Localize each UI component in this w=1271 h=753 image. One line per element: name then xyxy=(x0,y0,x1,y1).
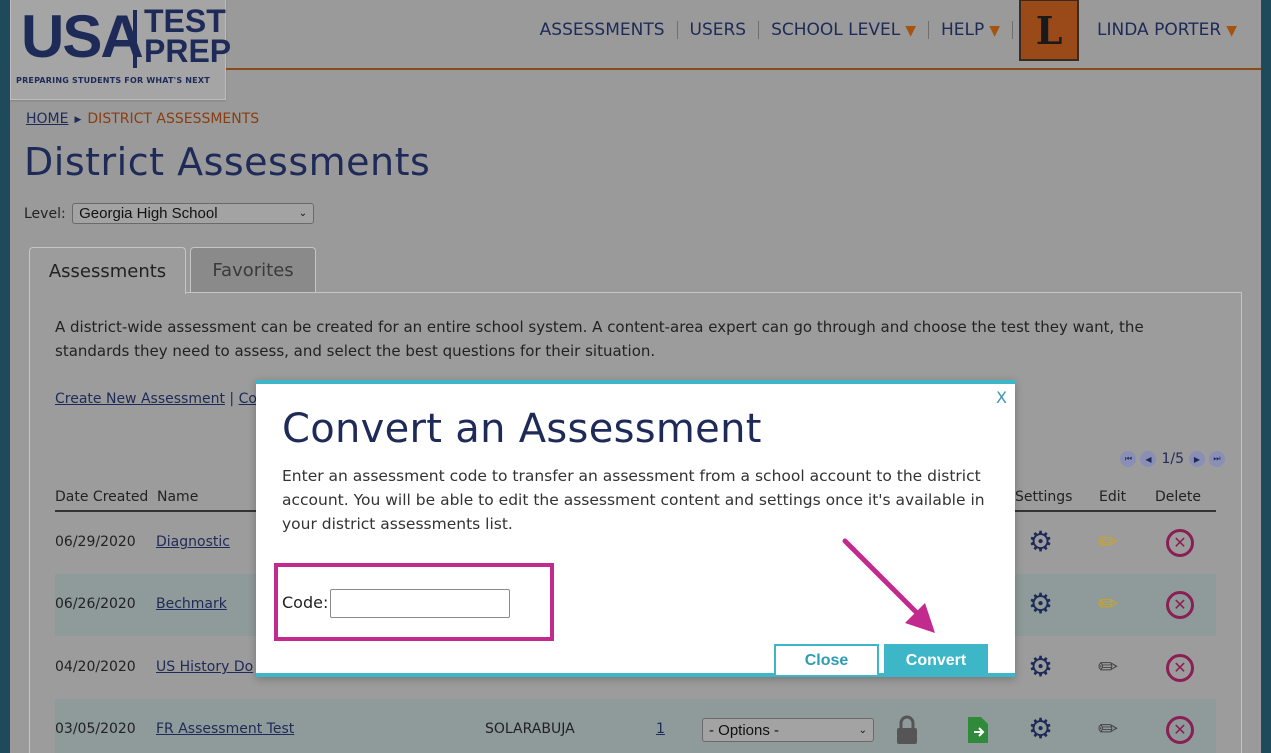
row-options-value: - Options - xyxy=(709,721,780,739)
prev-page-icon[interactable]: ◀ xyxy=(1140,451,1157,467)
level-label: Level: xyxy=(24,206,66,222)
level-row: Level: Georgia High School ⌄ xyxy=(24,203,315,224)
logo-usa-text: USA xyxy=(21,3,144,70)
row-options-select[interactable]: - Options - ⌄ xyxy=(702,718,874,742)
pager: ⏮ ◀ 1/5 ▶ ⏭ xyxy=(1118,451,1227,467)
row-name-link[interactable]: US History Do xyxy=(156,659,253,675)
table-row: 03/05/2020 FR Assessment Test SOLARABUJA… xyxy=(55,699,1216,753)
first-page-icon[interactable]: ⏮ xyxy=(1120,451,1137,467)
chevron-down-icon: ⌄ xyxy=(298,208,308,219)
breadcrumb: HOME ▶ DISTRICT ASSESSMENTS xyxy=(26,111,259,127)
row-date: 03/05/2020 xyxy=(55,721,136,737)
user-name: LINDA PORTER xyxy=(1097,20,1222,40)
row-name-link[interactable]: Bechmark xyxy=(156,596,227,612)
modal-description: Enter an assessment code to transfer an … xyxy=(282,467,985,533)
tab-favorites[interactable]: Favorites xyxy=(190,247,316,293)
link-separator: | xyxy=(229,391,235,407)
nav-school-level-label: SCHOOL LEVEL xyxy=(771,20,901,40)
code-label: Code: xyxy=(282,593,329,612)
page-indicator: 1/5 xyxy=(1161,451,1184,467)
nav-assessments[interactable]: ASSESSMENTS xyxy=(528,20,677,40)
page-title: District Assessments xyxy=(24,140,431,184)
lock-icon[interactable] xyxy=(896,715,918,745)
next-page-icon[interactable]: ▶ xyxy=(1189,451,1205,467)
convert-button[interactable]: Convert xyxy=(884,644,988,677)
modal-title: Convert an Assessment xyxy=(282,406,762,452)
delete-icon[interactable]: ✕ xyxy=(1166,529,1194,557)
header-divider xyxy=(226,68,1261,70)
breadcrumb-current: DISTRICT ASSESSMENTS xyxy=(87,111,260,127)
breadcrumb-arrow-icon: ▶ xyxy=(74,115,82,125)
top-nav: ASSESSMENTS USERS SCHOOL LEVEL ▼ HELP ▼ L … xyxy=(528,0,1237,61)
row-name-link[interactable]: FR Assessment Test xyxy=(156,721,294,737)
caret-down-icon: ▼ xyxy=(1226,23,1237,39)
export-document-icon[interactable] xyxy=(967,716,989,744)
th-edit: Edit xyxy=(1099,489,1127,505)
th-date-created[interactable]: Date Created xyxy=(55,489,148,505)
close-button[interactable]: Close xyxy=(774,644,879,677)
nav-help[interactable]: HELP ▼ xyxy=(929,20,1012,40)
modal-close-x[interactable]: X xyxy=(996,388,1007,407)
row-date: 06/29/2020 xyxy=(55,534,136,550)
delete-icon[interactable]: ✕ xyxy=(1166,716,1194,744)
th-settings: Settings xyxy=(1015,489,1073,505)
action-links: Create New Assessment | Co xyxy=(55,391,257,407)
caret-down-icon: ▼ xyxy=(989,23,1001,39)
delete-icon[interactable]: ✕ xyxy=(1166,654,1194,682)
delete-icon[interactable]: ✕ xyxy=(1166,591,1194,619)
nav-school-level[interactable]: SCHOOL LEVEL ▼ xyxy=(759,20,928,40)
edit-pencil-icon[interactable]: ✏ xyxy=(1098,654,1118,680)
row-date: 04/20/2020 xyxy=(55,659,136,675)
create-new-assessment-link[interactable]: Create New Assessment xyxy=(55,391,225,407)
row-count-link[interactable]: 1 xyxy=(656,721,665,737)
usa-test-prep-logo[interactable]: USA TEST PREP PREPARING STUDENTS FOR WHA… xyxy=(10,0,231,100)
chevron-down-icon: ⌄ xyxy=(858,724,867,736)
last-page-icon[interactable]: ⏭ xyxy=(1209,451,1225,467)
nav-separator xyxy=(1012,21,1014,39)
nav-help-label: HELP xyxy=(941,20,985,40)
breadcrumb-home[interactable]: HOME xyxy=(26,111,68,127)
settings-gear-icon[interactable]: ⚙ xyxy=(1028,715,1053,743)
nav-users[interactable]: USERS xyxy=(678,20,759,40)
user-menu[interactable]: LINDA PORTER ▼ xyxy=(1085,20,1237,40)
level-select[interactable]: Georgia High School ⌄ xyxy=(72,203,315,224)
user-avatar[interactable]: L xyxy=(1019,0,1080,61)
tab-assessments[interactable]: Assessments xyxy=(29,247,186,294)
convert-assessment-link[interactable]: Co xyxy=(239,391,257,407)
logo-tagline: PREPARING STUDENTS FOR WHAT'S NEXT xyxy=(16,76,210,85)
logo-divider xyxy=(133,10,137,68)
intro-text: A district-wide assessment can be create… xyxy=(55,318,1144,360)
th-delete: Delete xyxy=(1155,489,1201,505)
level-select-value: Georgia High School xyxy=(79,205,218,222)
row-author: SOLARABUJA xyxy=(485,721,575,737)
row-date: 06/26/2020 xyxy=(55,596,136,612)
convert-assessment-modal: X Convert an Assessment Enter an assessm… xyxy=(256,380,1015,677)
settings-gear-icon[interactable]: ⚙ xyxy=(1028,528,1053,556)
th-name[interactable]: Name xyxy=(157,489,198,505)
edit-pencil-icon[interactable]: ✏ xyxy=(1098,716,1118,742)
caret-down-icon: ▼ xyxy=(905,23,917,39)
logo-test-text: TEST xyxy=(144,3,226,39)
row-name-link[interactable]: Diagnostic xyxy=(156,534,230,550)
settings-gear-icon[interactable]: ⚙ xyxy=(1028,653,1053,681)
logo-prep-text: PREP xyxy=(144,33,232,69)
edit-pencil-icon[interactable]: ✏ xyxy=(1098,591,1118,617)
settings-gear-icon[interactable]: ⚙ xyxy=(1028,590,1053,618)
edit-pencil-icon[interactable]: ✏ xyxy=(1098,529,1118,555)
code-input[interactable] xyxy=(330,589,510,618)
